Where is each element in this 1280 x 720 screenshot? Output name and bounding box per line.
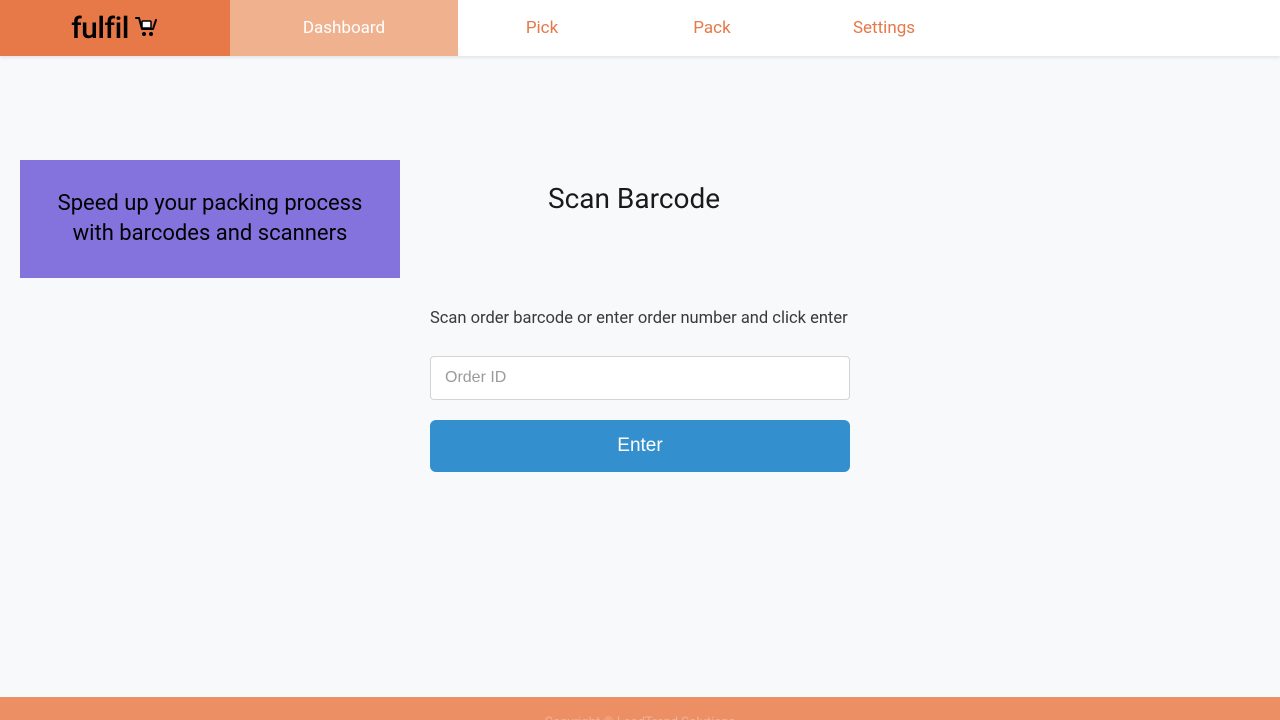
promo-text: Speed up your packing process with barco… [38, 189, 382, 248]
cart-icon [133, 11, 159, 46]
main-panel: Scan Barcode Scan order barcode or enter… [430, 104, 850, 472]
nav-pack[interactable]: Pack [626, 0, 798, 56]
instruction-text: Scan order barcode or enter order number… [430, 305, 850, 334]
top-nav: fulfil Dashboard Pick Pack Settings [0, 0, 1280, 56]
page-title: Scan Barcode [548, 182, 850, 215]
nav-pick[interactable]: Pick [458, 0, 626, 56]
nav-settings[interactable]: Settings [798, 0, 970, 56]
nav-dashboard[interactable]: Dashboard [230, 0, 458, 56]
promo-banner: Speed up your packing process with barco… [20, 160, 400, 278]
footer: Copyright © LeadTrend Solutions [0, 697, 1280, 720]
nav-label: Dashboard [303, 18, 385, 38]
content-area: Speed up your packing process with barco… [0, 56, 1280, 472]
nav-label: Pick [526, 18, 558, 38]
brand-name: fulfil [71, 11, 129, 46]
nav-label: Pack [693, 18, 730, 38]
nav-label: Settings [853, 18, 915, 38]
brand-logo[interactable]: fulfil [0, 0, 230, 56]
footer-text: Copyright © LeadTrend Solutions [545, 715, 736, 720]
enter-button[interactable]: Enter [430, 420, 850, 472]
order-id-input[interactable] [430, 356, 850, 400]
